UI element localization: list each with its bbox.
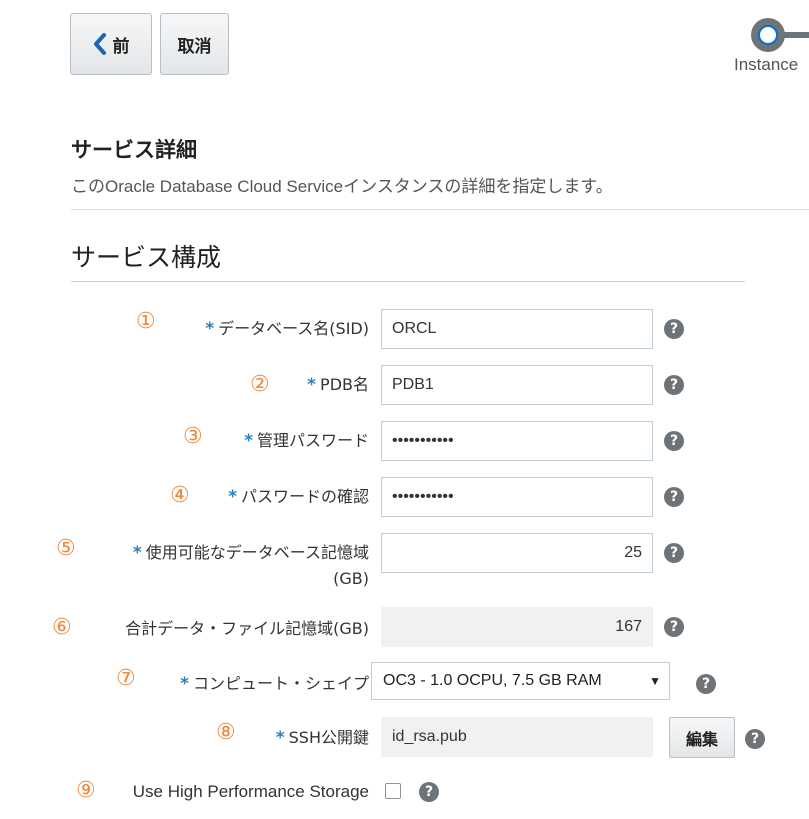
- confirm-password-label: * パスワードの確認: [228, 486, 369, 508]
- dropdown-arrow-icon: ▼: [649, 674, 661, 688]
- ssh-key-label: * SSH公開鍵: [276, 727, 369, 749]
- database-name-label: * データベース名(SID): [205, 318, 369, 340]
- train-stop-label: Instance: [734, 55, 799, 74]
- required-marker: *: [132, 543, 142, 563]
- step-number-5: ⑤: [56, 536, 76, 561]
- help-icon[interactable]: ?: [664, 375, 684, 395]
- database-name-input[interactable]: ORCL: [381, 309, 653, 349]
- hps-label: Use High Performance Storage: [132, 782, 369, 801]
- step-number-7: ⑦: [116, 666, 136, 691]
- help-icon[interactable]: ?: [664, 431, 684, 451]
- step-number-1: ①: [136, 309, 156, 334]
- confirm-password-input[interactable]: •••••••••••: [381, 477, 653, 517]
- step-number-6: ⑥: [52, 615, 72, 640]
- required-marker: *: [228, 487, 237, 507]
- usable-storage-label-unit: (GB): [333, 569, 369, 588]
- chevron-left-icon: [93, 33, 106, 55]
- compute-shape-select[interactable]: OC3 - 1.0 OCPU, 7.5 GB RAM ▼: [371, 662, 670, 700]
- pdb-name-label: * PDB名: [307, 374, 369, 396]
- help-icon[interactable]: ?: [664, 543, 684, 563]
- total-storage-value: 167: [381, 607, 653, 647]
- section-title: サービス詳細: [71, 138, 197, 162]
- train-stop-current[interactable]: [751, 18, 785, 52]
- usable-storage-label-text: 使用可能なデータベース記憶域: [145, 543, 369, 562]
- required-marker: *: [180, 674, 189, 694]
- help-icon[interactable]: ?: [419, 782, 439, 802]
- confirm-password-label-text: パスワードの確認: [240, 487, 369, 506]
- section-description: このOracle Database Cloud Serviceインスタンスの詳細…: [71, 177, 613, 196]
- pdb-name-label-text: PDB名: [320, 375, 369, 394]
- ssh-key-label-text: SSH公開鍵: [288, 728, 369, 747]
- cancel-button[interactable]: 取消: [160, 13, 229, 75]
- required-marker: *: [205, 319, 215, 339]
- help-icon[interactable]: ?: [664, 617, 684, 637]
- cancel-button-label: 取消: [177, 36, 212, 57]
- database-name-label-text: データベース名(SID): [218, 319, 369, 338]
- step-number-3: ③: [183, 424, 203, 449]
- section-divider: [71, 209, 809, 210]
- train-connector: [783, 32, 809, 38]
- back-button[interactable]: 前: [70, 13, 152, 75]
- total-storage-label: 合計データ・ファイル記憶域(GB): [125, 619, 369, 638]
- compute-shape-selected: OC3 - 1.0 OCPU, 7.5 GB RAM: [383, 672, 602, 689]
- help-icon[interactable]: ?: [664, 487, 684, 507]
- compute-shape-label-text: コンピュート・シェイプ: [192, 674, 369, 693]
- required-marker: *: [307, 375, 317, 395]
- required-marker: *: [244, 431, 253, 451]
- step-number-2: ②: [250, 372, 270, 397]
- usable-storage-input[interactable]: 25: [381, 533, 653, 573]
- back-button-label: 前: [112, 36, 130, 57]
- config-title: サービス構成: [71, 243, 222, 272]
- admin-password-input[interactable]: •••••••••••: [381, 421, 653, 461]
- help-icon[interactable]: ?: [745, 729, 765, 749]
- ssh-key-value: id_rsa.pub: [381, 717, 653, 757]
- compute-shape-label: * コンピュート・シェイプ: [180, 673, 369, 695]
- help-icon[interactable]: ?: [664, 319, 684, 339]
- pdb-name-input[interactable]: PDB1: [381, 365, 653, 405]
- step-number-8: ⑧: [216, 720, 236, 745]
- help-icon[interactable]: ?: [696, 674, 716, 694]
- edit-ssh-key-button[interactable]: 編集: [669, 717, 735, 758]
- required-marker: *: [275, 728, 285, 748]
- step-number-9: ⑨: [76, 778, 96, 803]
- usable-storage-label: * 使用可能なデータベース記憶域: [133, 542, 369, 564]
- edit-button-label: 編集: [685, 729, 718, 749]
- hps-checkbox[interactable]: [385, 783, 401, 799]
- admin-password-label: * 管理パスワード: [244, 430, 369, 452]
- admin-password-label-text: 管理パスワード: [256, 431, 369, 450]
- config-divider: [71, 281, 745, 282]
- step-number-4: ④: [170, 483, 190, 508]
